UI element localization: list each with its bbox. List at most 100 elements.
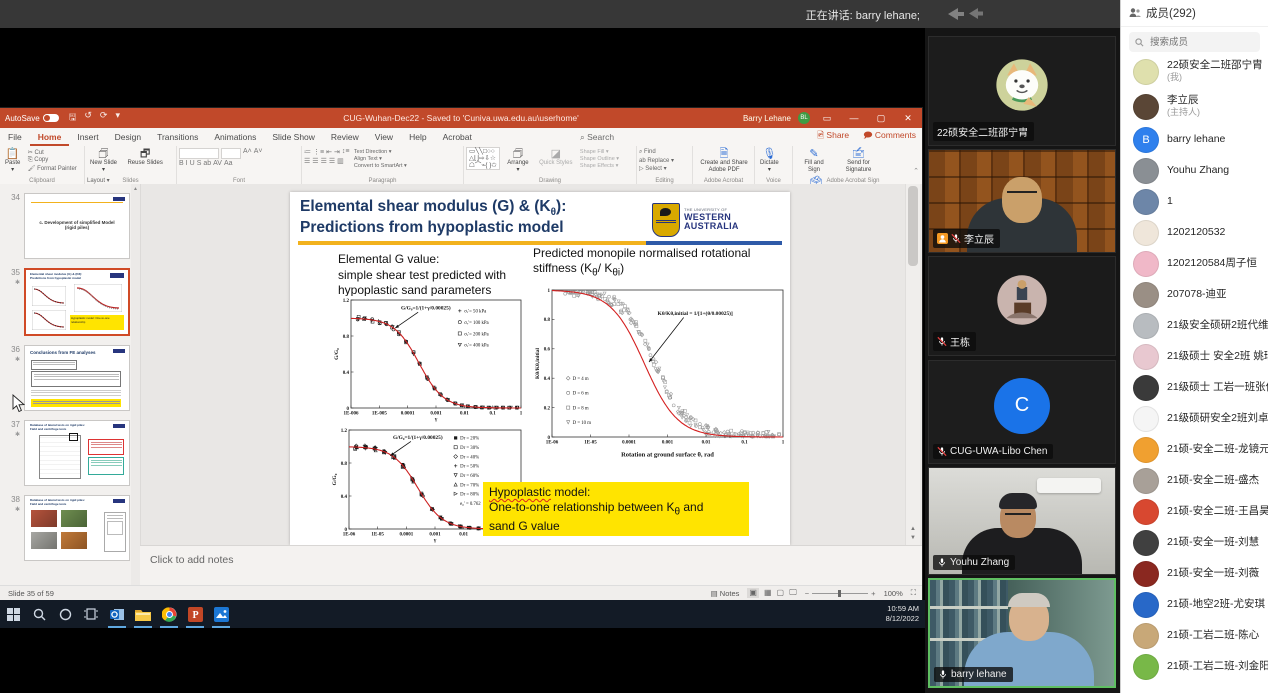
slide-thumbnail-37[interactable]: 37✱ Database of lateral tests on rigid p… [0,420,130,486]
collapse-ribbon-icon[interactable]: ⌃ [913,167,919,175]
cut-button[interactable]: ✂ Cut [28,149,77,156]
tab-animations[interactable]: Animations [206,129,264,146]
member-row[interactable]: 21硕-安全一班-刘薇 [1121,558,1268,589]
font-style-b-button[interactable]: B [179,160,184,167]
member-row[interactable]: 1202120532 [1121,217,1268,248]
save-icon[interactable]: 🖫 [69,110,77,126]
account-avatar[interactable]: BL [798,112,810,124]
member-row[interactable]: 21硕-安全二班-盛杰 [1121,465,1268,496]
member-row[interactable]: 1202120584周子恒 [1121,248,1268,279]
tab-review[interactable]: Review [323,129,367,146]
close-button[interactable]: ✕ [898,110,918,126]
slide-thumbnail-preview[interactable]: Database of lateral tests on rigid piles… [24,495,130,561]
justify-icon[interactable]: ☰ [329,157,335,165]
member-row[interactable]: 21级硕士 安全2班 姚瑞 [1121,341,1268,372]
align-left-icon[interactable]: ☰ [304,157,310,165]
file-explorer-icon[interactable] [130,600,156,628]
member-row[interactable]: 22硕安全二班邵宁胄 (我) [1121,54,1268,89]
video-tile-libo[interactable]: C CUG-UWA-Libo Chen [928,360,1116,464]
annotation-arrows-icon[interactable] [938,4,990,24]
new-slide-button[interactable]: 🗇New Slide ▾ [87,147,120,175]
tab-slide-show[interactable]: Slide Show [264,129,323,146]
reading-view-icon[interactable]: ▢ [777,588,785,598]
font-size-box[interactable] [221,148,241,159]
bullets-icon[interactable]: ≔ [304,148,311,156]
slide-scrollbar[interactable]: ▲▼ [905,184,920,545]
current-slide-canvas[interactable]: Elemental shear modulus (G) & (Kθ): Pred… [290,192,790,545]
replace-button[interactable]: ab Replace ▾ [639,157,674,164]
slide-thumbnail-35[interactable]: 35✱ Elemental shear modulus (G) & (Kθ): … [0,268,130,336]
columns-icon[interactable]: ▥ [337,157,344,165]
format-painter-button[interactable]: 🖌 Format Painter [28,165,77,172]
member-row[interactable]: 21级硕士 工岩一班张依杰 [1121,372,1268,403]
slide-number-indicator[interactable]: Slide 35 of 59 [8,589,54,598]
tab-help[interactable]: Help [401,129,434,146]
fit-slide-icon[interactable]: ⛶ [911,588,916,598]
tab-file[interactable]: File [0,129,30,146]
line-spacing-icon[interactable]: ↕≡ [342,148,350,156]
outdent-icon[interactable]: ⇥ [334,148,340,156]
member-row[interactable]: Youhu Zhang [1121,155,1268,186]
start-button[interactable] [0,600,26,628]
slide-thumbnail-preview[interactable]: Database of lateral tests on rigid piles… [24,420,130,486]
maximize-button[interactable]: ▢ [871,110,891,126]
shapes-gallery[interactable]: ▭╲╲□○○△⌊⌋⇨⇩☆☖⌒⌁{ }✩ [466,147,500,170]
tab-insert[interactable]: Insert [69,129,106,146]
member-row[interactable]: 21硕-地空2班-尤安琪 [1121,589,1268,620]
create-pdf-button[interactable]: 🗎Create and Share Adobe PDF [695,147,753,175]
ribbon-display-button[interactable]: ▭ [817,110,837,126]
tab-acrobat[interactable]: Acrobat [435,129,480,146]
shrink-font-icon[interactable]: A˅ [254,148,263,159]
member-row[interactable]: B barry lehane [1121,124,1268,155]
shape-outline-button[interactable]: Shape Outline ▾ [580,156,619,162]
tab-transitions[interactable]: Transitions [149,129,206,146]
member-row[interactable]: 21硕-安全一班-刘慧 [1121,527,1268,558]
member-row[interactable]: 21级安全硕研2班代维 [1121,310,1268,341]
slide-thumbnail-preview[interactable]: c. Development of simplified Model (rigi… [24,193,130,259]
font-style-aa-button[interactable]: Aa [224,160,233,167]
align-right-icon[interactable]: ☰ [321,157,327,165]
tab-home[interactable]: Home [30,129,70,146]
video-tile-youhu[interactable]: Youhu Zhang [928,467,1116,575]
undo-icon[interactable]: ↺ [84,110,92,126]
shape-fill-button[interactable]: Shape Fill ▾ [580,149,619,155]
copy-button[interactable]: ⎘ Copy [28,157,77,164]
slide-thumbnail-34[interactable]: 34 c. Development of simplified Model (r… [0,193,130,259]
slide-thumbnail-preview[interactable]: Elemental shear modulus (G) & (Kθ): Pred… [24,268,130,336]
powerpoint-icon[interactable]: P [182,600,208,628]
slide-sorter-icon[interactable]: ▦ [764,588,772,598]
member-row[interactable]: 21硕-工岩二班-陈心 [1121,620,1268,651]
notes-toggle-button[interactable]: ▤ Notes [711,589,740,598]
normal-view-icon[interactable]: ▣ [747,588,759,598]
select-button[interactable]: ▷ Select ▾ [639,165,674,172]
grow-font-icon[interactable]: A˄ [243,148,252,159]
video-tile-dog[interactable]: 22硕安全二班邵宁胄 [928,36,1116,146]
font-style-s-button[interactable]: S [197,160,202,167]
align-text-button[interactable]: Align Text ▾ [354,156,407,162]
tab-view[interactable]: View [367,129,401,146]
send-signature-button[interactable]: 🖆Send for Signature [837,147,879,175]
convert-smartart-button[interactable]: Convert to SmartArt ▾ [354,163,407,169]
member-search-box[interactable] [1129,32,1260,52]
task-view-button[interactable] [78,600,104,628]
comments-button[interactable]: 🗩 Comments [863,130,916,144]
outlook-icon[interactable] [104,600,130,628]
slideshow-icon[interactable]: 🖵 [789,588,797,598]
taskbar-search-button[interactable] [26,600,52,628]
photos-icon[interactable] [208,600,234,628]
shape-effects-button[interactable]: Shape Effects ▾ [580,163,619,169]
search-box[interactable]: ⌕ Search [580,132,614,143]
minimize-button[interactable]: — [844,110,864,126]
text-direction-button[interactable]: Text Direction ▾ [354,149,407,155]
taskbar-clock[interactable]: 10:59 AM8/12/2022 [886,604,919,624]
paste-button[interactable]: 📋Paste ▾ [2,147,23,175]
account-name[interactable]: Barry Lehane [743,114,791,123]
member-row[interactable]: 李立辰 (主持人) [1121,89,1268,124]
thumbnails-scrollbar[interactable]: ▲ [131,184,140,585]
member-row[interactable]: 1 [1121,186,1268,217]
redo-icon[interactable]: ⟳ [100,110,108,126]
quick-styles-button[interactable]: ◪Quick Styles [536,147,575,168]
member-row[interactable]: 21硕-工岩二班-刘金阳 [1121,651,1268,682]
numbering-icon[interactable]: ⋮≡ [313,148,324,156]
zoom-level[interactable]: 100% [884,589,903,598]
